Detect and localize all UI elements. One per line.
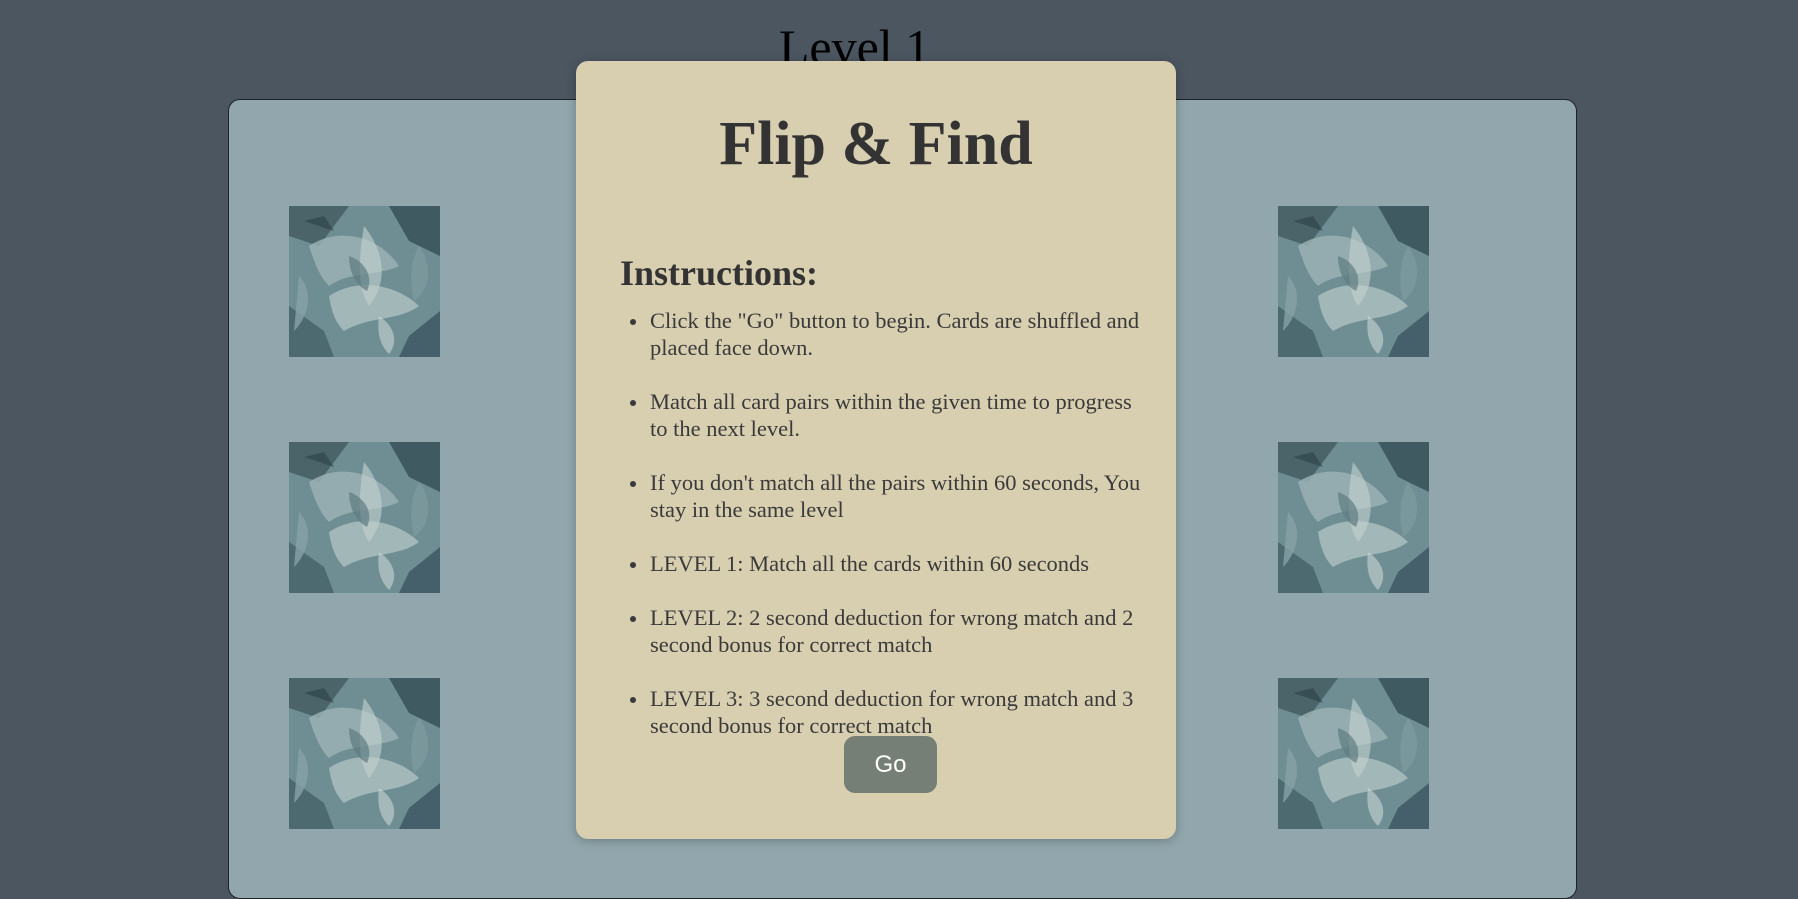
card[interactable] — [1278, 206, 1429, 357]
instruction-item: Match all card pairs within the given ti… — [630, 388, 1150, 442]
instruction-item: LEVEL 2: 2 second deduction for wrong ma… — [630, 604, 1150, 658]
card[interactable] — [289, 442, 440, 593]
card[interactable] — [1278, 442, 1429, 593]
go-button[interactable]: Go — [844, 736, 937, 793]
card[interactable] — [289, 206, 440, 357]
card-back-icon — [1278, 442, 1429, 593]
instruction-item: LEVEL 1: Match all the cards within 60 s… — [630, 550, 1150, 577]
instruction-item: LEVEL 3: 3 second deduction for wrong ma… — [630, 685, 1150, 739]
card-back-icon — [1278, 206, 1429, 357]
instructions-modal: Flip & Find Instructions: Click the "Go"… — [576, 61, 1176, 839]
game-title: Flip & Find — [719, 110, 1033, 178]
instructions-list: Click the "Go" button to begin. Cards ar… — [630, 307, 1150, 766]
instruction-item: If you don't match all the pairs within … — [630, 469, 1150, 523]
instructions-heading: Instructions: — [620, 253, 819, 293]
card-back-icon — [1278, 678, 1429, 829]
card[interactable] — [1278, 678, 1429, 829]
card-back-icon — [289, 678, 440, 829]
card-back-icon — [289, 206, 440, 357]
card[interactable] — [289, 678, 440, 829]
card-back-icon — [289, 442, 440, 593]
instruction-item: Click the "Go" button to begin. Cards ar… — [630, 307, 1150, 361]
